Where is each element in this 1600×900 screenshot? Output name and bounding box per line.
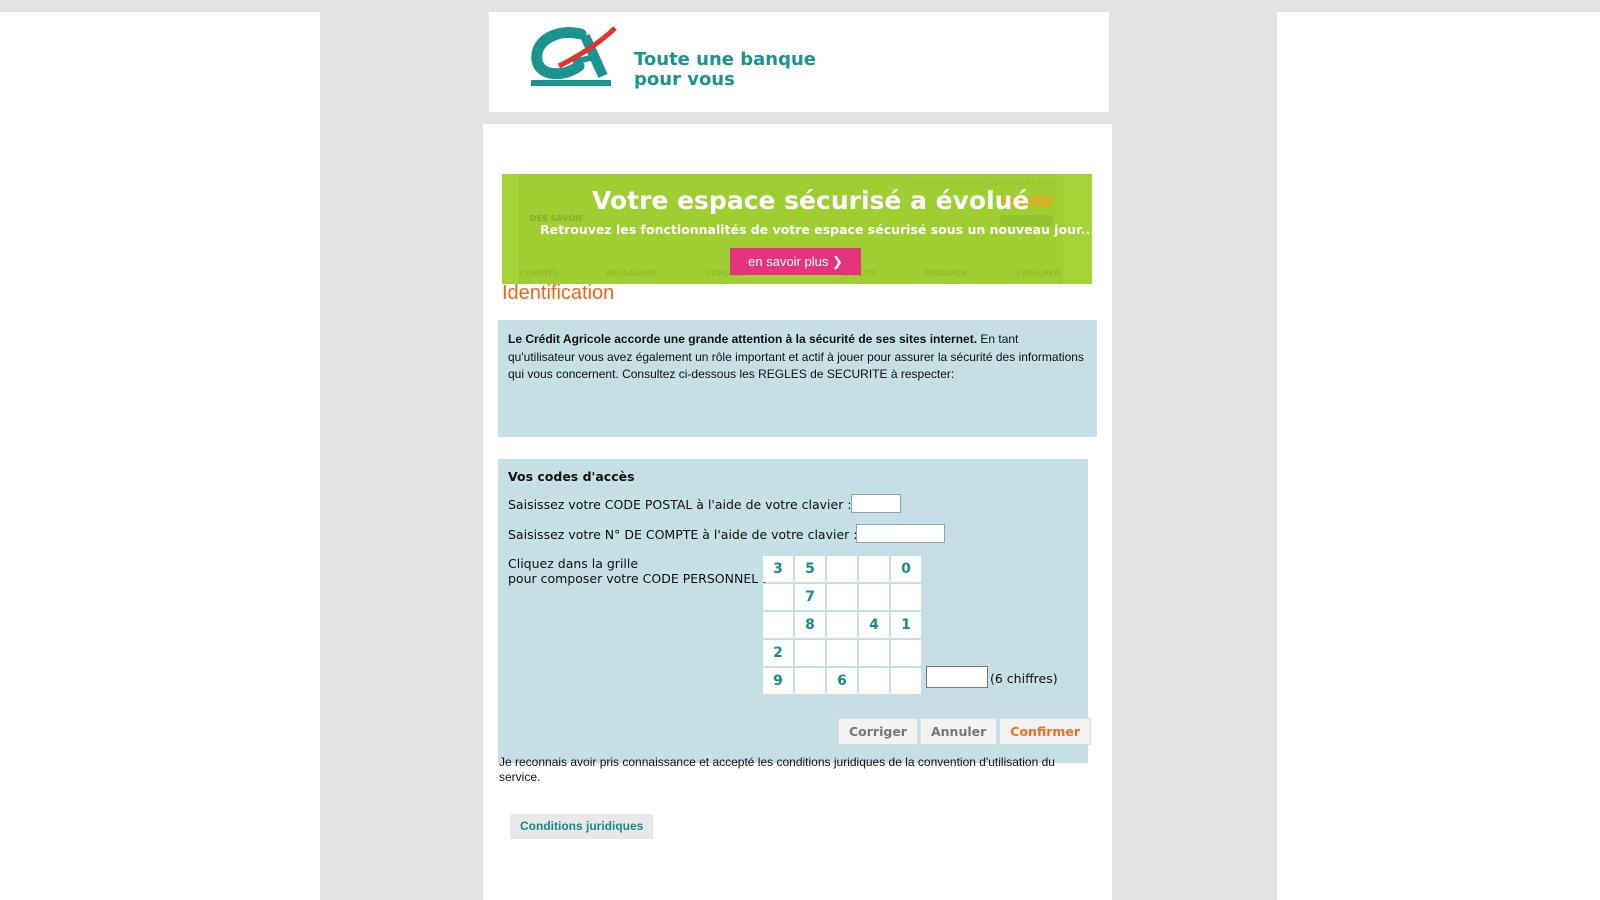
- keypad-key[interactable]: [795, 668, 825, 694]
- keypad-key[interactable]: [827, 640, 857, 666]
- top-strip: [0, 0, 1600, 12]
- keypad-key[interactable]: [763, 612, 793, 638]
- keypad-key[interactable]: [859, 556, 889, 582]
- digits-hint: (6 chiffres): [990, 671, 1058, 686]
- page-title: Identification: [502, 282, 615, 304]
- banner-learn-more-button[interactable]: en savoir plus ❯: [730, 248, 861, 275]
- personal-code-label-line-2: pour composer votre CODE PERSONNEL :: [508, 571, 767, 586]
- keypad-key[interactable]: [827, 584, 857, 610]
- keypad-key[interactable]: [859, 584, 889, 610]
- keypad-key[interactable]: [795, 640, 825, 666]
- keypad-key[interactable]: [859, 640, 889, 666]
- personal-code-input[interactable]: [926, 666, 988, 688]
- keypad-key[interactable]: [827, 612, 857, 638]
- legal-conditions-button[interactable]: Conditions juridiques: [510, 814, 654, 839]
- keypad-key[interactable]: [827, 556, 857, 582]
- keypad-key[interactable]: 7: [795, 584, 825, 610]
- keypad-key[interactable]: 4: [859, 612, 889, 638]
- banner-nav-item: ÉPARGNER: [924, 269, 968, 278]
- keypad-key[interactable]: 0: [891, 556, 921, 582]
- keypad-key[interactable]: [859, 668, 889, 694]
- virtual-keypad: 3 5 0 7 8 4 1 2 9 6: [763, 556, 921, 694]
- postal-code-input[interactable]: [851, 494, 901, 513]
- confirm-button[interactable]: Confirmer: [999, 718, 1092, 745]
- security-notice: Le Crédit Agricole accorde une grande at…: [498, 320, 1097, 437]
- keypad-key[interactable]: [763, 584, 793, 610]
- keypad-key[interactable]: 3: [763, 556, 793, 582]
- form-actions: Corriger Annuler Confirmer: [838, 718, 1092, 745]
- security-notice-bold: Le Crédit Agricole accorde une grande at…: [508, 332, 978, 346]
- banner-title: Votre espace sécurisé a évolué: [592, 186, 1030, 215]
- account-number-label: Saisissez votre N° DE COMPTE à l'aide de…: [508, 527, 858, 542]
- slogan-line-1: Toute une banque: [634, 49, 817, 70]
- personal-code-label-line-1: Cliquez dans la grille: [508, 556, 639, 571]
- slogan-line-2: pour vous: [634, 69, 735, 90]
- access-codes-panel: Vos codes d'accès Saisissez votre CODE P…: [498, 459, 1092, 763]
- correct-button[interactable]: Corriger: [838, 718, 918, 745]
- keypad-key[interactable]: 2: [763, 640, 793, 666]
- account-number-input[interactable]: [856, 524, 945, 543]
- slogan: Toute une banque pour vous: [634, 50, 816, 90]
- legal-acknowledgement: Je reconnais avoir pris connaissance et …: [499, 755, 1055, 784]
- banner-subtitle: Retrouvez les fonctionnalités de votre e…: [540, 222, 1092, 237]
- keypad-key[interactable]: 6: [827, 668, 857, 694]
- personal-code-label: Cliquez dans la grille pour composer vot…: [508, 556, 766, 586]
- banner-nav-item: S'ASSURER: [1015, 269, 1060, 278]
- access-codes-heading: Vos codes d'accès: [508, 469, 635, 484]
- keypad-key[interactable]: 8: [795, 612, 825, 638]
- banner-nav-item: COMPTES: [520, 269, 559, 278]
- keypad-key[interactable]: [891, 640, 921, 666]
- keypad-key[interactable]: 1: [891, 612, 921, 638]
- credit-agricole-logo: [531, 26, 617, 86]
- cancel-button[interactable]: Annuler: [919, 718, 998, 745]
- keypad-key[interactable]: [891, 668, 921, 694]
- keypad-key[interactable]: 9: [763, 668, 793, 694]
- postal-code-label: Saisissez votre CODE POSTAL à l'aide de …: [508, 497, 852, 512]
- site-header: Toute une banque pour vous: [489, 12, 1109, 112]
- main-panel: DES SAVOIE Votre dernière connexion : 28…: [483, 124, 1112, 900]
- keypad-key[interactable]: [891, 584, 921, 610]
- banner-nav-item: MESSAGERIE: [606, 269, 659, 278]
- keypad-key[interactable]: 5: [795, 556, 825, 582]
- promo-banner[interactable]: DES SAVOIE Votre dernière connexion : 28…: [502, 174, 1092, 284]
